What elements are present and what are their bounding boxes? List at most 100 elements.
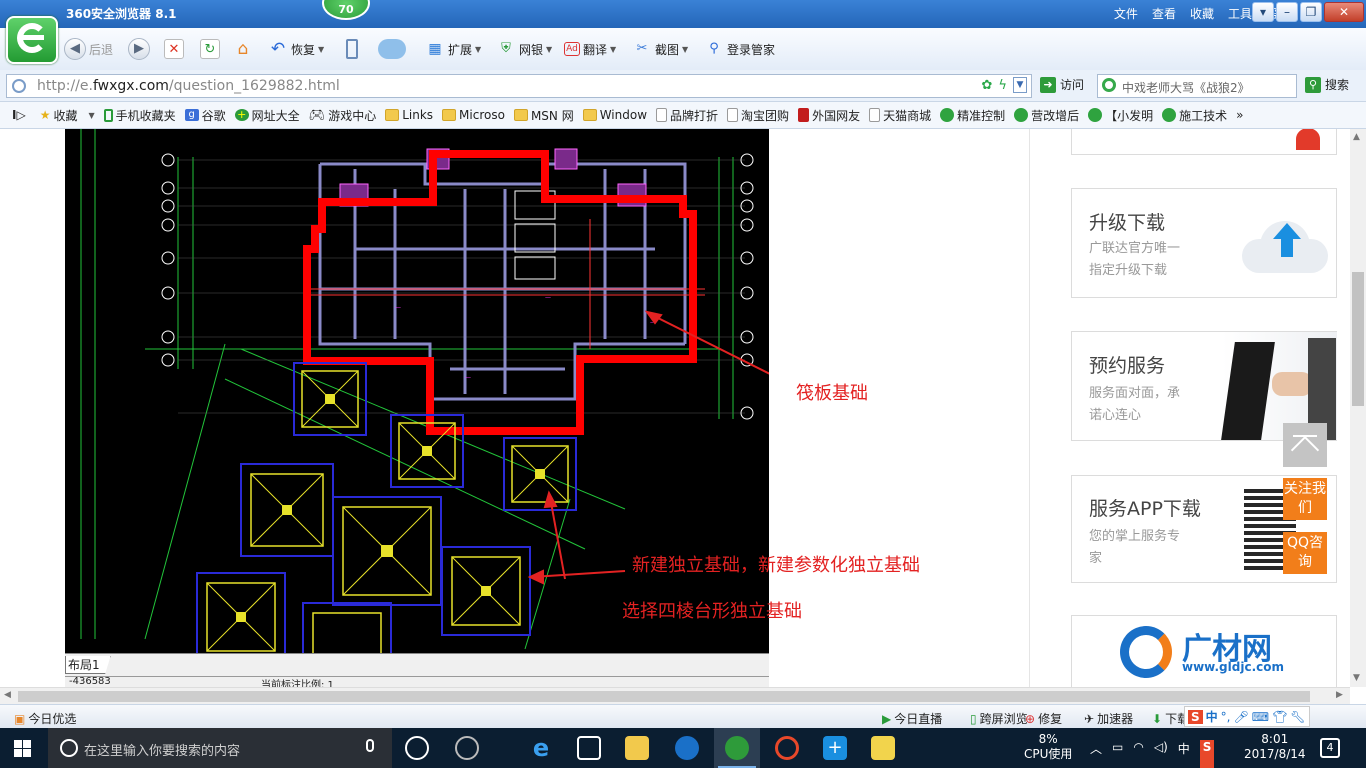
wifi-icon[interactable]: ◠ [1133,740,1143,768]
search-button[interactable]: ⚲ 搜索 [1305,76,1349,93]
scroll-left-icon[interactable]: ◀ [4,690,11,700]
translate-button[interactable]: Ad 翻译 ▼ [564,38,616,60]
taskbar-search[interactable]: 在这里输入你要搜索的内容 [48,728,392,768]
globe-icon [12,79,26,93]
windows-start-icon[interactable] [14,740,31,757]
notes-app[interactable] [860,728,906,768]
cpu-usage[interactable]: 8% CPU使用 [1024,732,1072,768]
ime-indicator[interactable]: 中 [1178,740,1190,768]
follow-us-button[interactable]: 关注我们 [1283,478,1327,520]
ime-toolbar[interactable]: S 中 °, 🎤︎ ⌨ 👕︎ 🔧︎ [1184,706,1310,727]
accelerator-button[interactable]: ✈ 加速器 [1084,710,1133,727]
loading-icon[interactable]: ✿ [982,78,993,93]
scroll-down-icon[interactable]: ▼ [1353,673,1360,683]
menu-favorites[interactable]: 收藏 [1190,5,1214,22]
bookmark-folder[interactable]: Window [582,108,647,122]
maximize-button[interactable]: ❐ [1300,2,1322,22]
bookmark-item[interactable]: 品牌打折 [656,107,718,124]
chevron-down-icon[interactable]: ▼ [475,45,481,54]
bookmark-folder[interactable]: Microso [442,108,505,122]
search-input[interactable]: 中戏老师大骂《战狼2》 [1097,74,1297,98]
scroll-up-icon[interactable]: ▲ [1353,132,1360,142]
login-manager-button[interactable]: ⚲ 登录管家 [704,38,775,60]
live-button[interactable]: ▶ 今日直播 [882,710,942,727]
sidebar-card-upgrade[interactable]: 升级下载 广联达官方唯一 指定升级下载 [1071,188,1337,298]
task-view-app[interactable] [394,728,440,768]
bookmark-item[interactable]: 🎮︎ 游戏中心 [309,107,377,124]
bookmark-item[interactable]: 淘宝团购 [727,107,789,124]
restore-button[interactable]: ↶ 恢复 ▼ [268,38,324,60]
sogou-icon[interactable]: S [1199,740,1215,768]
refresh-button[interactable]: ↻ [200,38,220,60]
chevron-down-icon[interactable]: ▼ [682,45,688,54]
vertical-scrollbar[interactable]: ▲ ▼ [1350,129,1366,687]
address-bar[interactable]: http://e.fwxgx.com/question_1629882.html… [6,74,1032,98]
mic-icon[interactable] [366,739,374,752]
menu-file[interactable]: 文件 [1114,5,1138,22]
forward-button[interactable]: ▶ [128,38,150,60]
sidebar-toggle-icon[interactable]: I▷ [12,108,26,122]
360-browser-app[interactable] [714,728,760,768]
sidebar-card-partial[interactable] [1071,129,1337,155]
security-score-badge[interactable]: 70 [322,0,370,20]
sidebar-card-brand[interactable]: 广材网 www.gldjc.com [1071,615,1337,687]
bookmark-item[interactable]: 手机收藏夹 [103,107,176,124]
bookmark-item[interactable]: 【小发明 [1088,107,1153,124]
menu-view[interactable]: 查看 [1152,5,1176,22]
extend-button[interactable]: ▦ 扩展 ▼ [425,38,481,60]
home-button[interactable]: ⌂ [233,38,253,60]
bookmark-item[interactable]: 营改增后 [1014,107,1079,124]
bookmark-item[interactable]: 施工技术 [1162,107,1227,124]
chevron-down-icon[interactable]: ▼ [1013,77,1027,93]
app-orange-g[interactable] [764,728,810,768]
chevron-up-icon[interactable]: ︿ [1090,740,1102,768]
cross-screen-button[interactable]: ▯ 跨屏浏览 [970,710,1028,727]
chevron-down-icon[interactable]: ▼ [318,45,324,54]
browser-status-bar: ▣ 今日优选 ▶ 今日直播 ▯ 跨屏浏览 ⊕ 修复 ✈ 加速器 ⬇ 下载 S 中 °, 🎤︎… [0,704,1366,728]
url-text[interactable]: http://e.fwxgx.com/question_1629882.html [37,78,340,94]
store-app[interactable] [566,728,612,768]
notification-center-icon[interactable]: 4 [1320,738,1340,758]
bookmark-favorites[interactable]: ★ 收藏 ▼ [40,107,95,124]
scroll-right-icon[interactable]: ▶ [1336,690,1343,700]
bookmark-folder[interactable]: Links [385,108,433,122]
minimize-button[interactable]: – [1276,2,1298,22]
cloud-button[interactable] [378,38,406,60]
chevron-down-icon[interactable]: ▼ [546,45,552,54]
horizontal-scrollbar[interactable]: ◀ ▶ [0,687,1350,704]
today-picks-button[interactable]: ▣ 今日优选 [14,710,76,727]
lightning-icon[interactable]: ϟ [998,78,1007,93]
screenshot-button[interactable]: ✂ 截图 ▼ [632,38,689,60]
app-blue-plus[interactable]: + [812,728,858,768]
skin-icon[interactable]: ▾ [1252,2,1274,22]
visit-button[interactable]: ➜ 访问 [1040,76,1084,93]
browser-logo-icon[interactable] [6,16,58,64]
explorer-app[interactable] [614,728,660,768]
bookmark-item[interactable]: 外国网友 [798,107,860,124]
bank-button[interactable]: ⛨ 网银 ▼ [496,38,552,60]
stop-button[interactable]: ✕ [164,38,184,60]
more-bookmarks-icon[interactable]: » [1236,108,1243,122]
back-to-top-button[interactable] [1283,423,1327,467]
edge-app[interactable]: e [518,728,564,768]
clock[interactable]: 8:01 2017/8/14 [1244,732,1306,768]
bookmark-folder[interactable]: MSN 网 [513,107,574,124]
battery-icon[interactable]: ▭ [1112,740,1123,768]
qq-consult-button[interactable]: QQ咨询 [1283,532,1327,574]
bookmark-item[interactable]: 天猫商城 [869,107,931,124]
close-button[interactable]: ✕ [1324,2,1364,22]
chevron-down-icon[interactable]: ▼ [610,45,616,54]
back-button[interactable]: ◀ 后退 [64,38,113,60]
mobile-button[interactable] [346,38,358,60]
volume-icon[interactable]: ◁) [1154,740,1168,768]
scroll-thumb[interactable] [1352,272,1364,406]
scroll-thumb[interactable] [18,691,1310,702]
bookmark-item[interactable]: g 谷歌 [184,107,226,124]
weather-app[interactable] [444,728,490,768]
bookmark-item[interactable]: 精准控制 [940,107,1005,124]
search-engine-icon[interactable] [1102,78,1116,92]
bookmark-item[interactable]: + 网址大全 [234,107,300,124]
menu-tools[interactable]: 工具 [1228,5,1252,22]
glodon-app[interactable] [664,728,710,768]
repair-button[interactable]: ⊕ 修复 [1025,710,1062,727]
